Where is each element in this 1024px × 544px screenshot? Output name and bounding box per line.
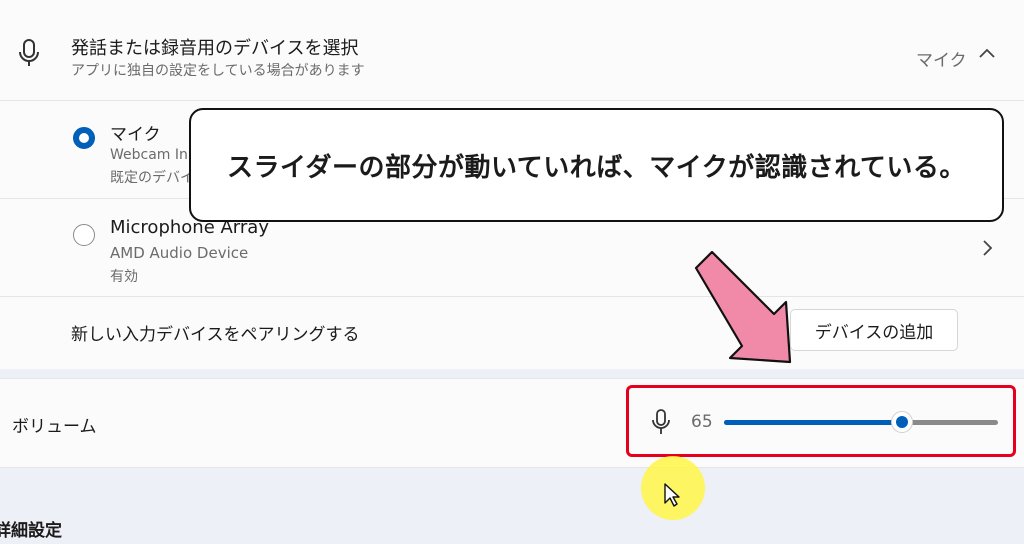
- advanced-settings-heading: 詳細設定: [0, 521, 62, 541]
- device-detail: AMD Audio Device: [110, 244, 249, 262]
- microphone-icon: [19, 39, 39, 66]
- selected-device-value: マイク: [916, 51, 967, 71]
- device-status: 既定のデバイ: [110, 170, 194, 186]
- add-device-button[interactable]: デバイスの追加: [790, 309, 958, 351]
- pair-device-row: 新しい入力デバイスをペアリングする デバイスの追加: [0, 297, 1024, 369]
- input-device-header[interactable]: 発話または録音用のデバイスを選択 アプリに独自の設定をしている場合があります マ…: [0, 0, 1024, 101]
- input-device-subtitle: アプリに独自の設定をしている場合があります: [71, 63, 365, 79]
- device-radio-mic[interactable]: [73, 127, 95, 149]
- annotation-callout-text: スライダーの部分が動いていれば、マイクが認識されている。: [227, 152, 966, 183]
- volume-label: ボリューム: [12, 417, 97, 437]
- chevron-up-icon[interactable]: [978, 46, 996, 60]
- device-name: マイク: [110, 125, 161, 145]
- cursor-icon: [664, 483, 680, 507]
- pair-device-label: 新しい入力デバイスをペアリングする: [71, 325, 360, 345]
- annotation-callout: スライダーの部分が動いていれば、マイクが認識されている。: [189, 108, 1004, 222]
- device-detail: Webcam In: [110, 147, 188, 163]
- input-device-title: 発話または録音用のデバイスを選択: [71, 38, 359, 59]
- chevron-right-icon[interactable]: [980, 239, 994, 257]
- pointer-arrow-graphic: [694, 250, 792, 364]
- volume-highlight-box: [626, 385, 1016, 457]
- device-status: 有効: [110, 269, 138, 285]
- device-radio-microphone-array[interactable]: [73, 224, 95, 246]
